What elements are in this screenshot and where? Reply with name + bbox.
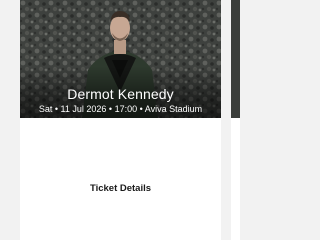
event-hero-image: Dermot Kennedy Sat • 11 Jul 2026 • 17:00… [20, 0, 221, 118]
event-meta: Sat • 11 Jul 2026 • 17:00 • Aviva Stadiu… [20, 103, 221, 115]
event-time: 17:00 [114, 104, 138, 114]
next-ticket-card-peek[interactable] [231, 0, 240, 240]
event-venue: Aviva Stadium [144, 104, 203, 114]
meta-separator: • [108, 104, 113, 114]
artist-name: Dermot Kennedy [67, 86, 174, 102]
event-date: 11 Jul 2026 [60, 104, 107, 114]
meta-separator: • [54, 104, 58, 114]
event-day: Sat [38, 104, 53, 114]
ticket-card[interactable]: Dermot Kennedy Sat • 11 Jul 2026 • 17:00… [20, 0, 221, 240]
ticket-carousel[interactable]: Dermot Kennedy Sat • 11 Jul 2026 • 17:00… [0, 0, 240, 240]
next-ticket-hero-image [231, 0, 240, 118]
meta-separator: • [139, 104, 143, 114]
ticket-details-button[interactable]: Ticket Details [70, 176, 171, 202]
